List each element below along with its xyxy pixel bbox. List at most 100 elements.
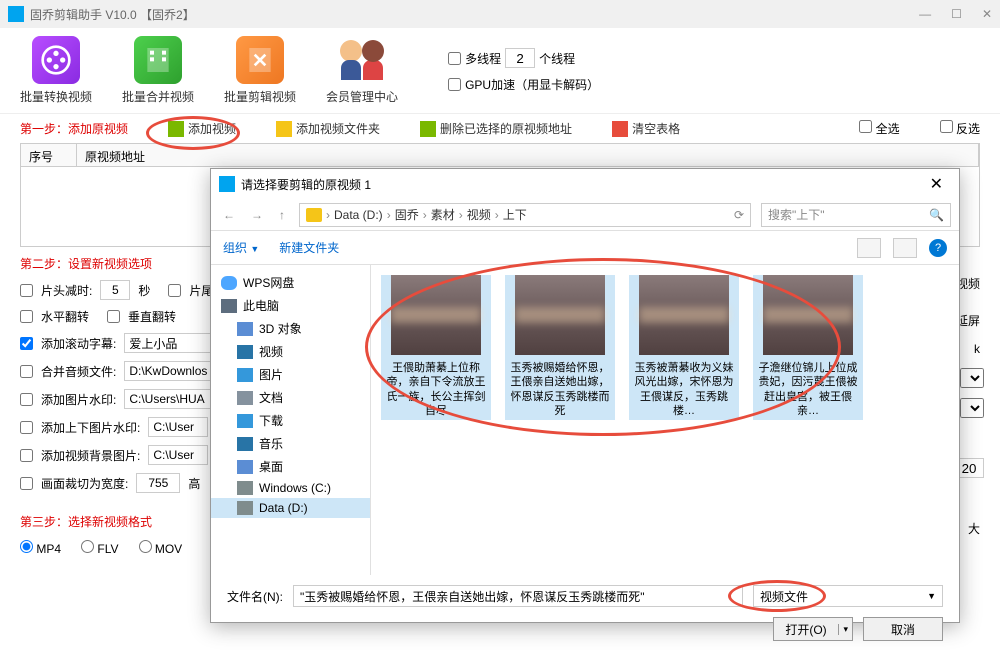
breadcrumb-segment[interactable]: 素材 [431, 206, 455, 223]
sidebar-item[interactable]: WPS网盘 [211, 271, 370, 294]
thread-count-input[interactable] [505, 48, 535, 68]
delete-selected-button[interactable]: 删除已选择的原视频地址 [420, 120, 572, 137]
file-name: 王偎助萧綦上位称帝，亲自下令流放王氏一族，长公主挥剑自尽 [381, 359, 491, 420]
multithread-checkbox[interactable] [448, 52, 461, 65]
view-mode-button[interactable] [857, 238, 881, 258]
file-open-dialog: 请选择要剪辑的原视频 1 ✕ ← → ↑ › Data (D:)› 固乔› 素材… [210, 168, 960, 623]
tb-watermark-input[interactable] [148, 417, 208, 437]
sidebar-item[interactable]: Data (D:) [211, 498, 370, 518]
image-watermark-checkbox[interactable] [20, 393, 33, 406]
add-folder-button[interactable]: 添加视频文件夹 [276, 120, 380, 137]
cancel-button[interactable]: 取消 [863, 617, 943, 641]
partial-select-2[interactable] [960, 398, 984, 418]
breadcrumb-segment[interactable]: 固乔 [395, 206, 419, 223]
sidebar-item[interactable]: 音乐 [211, 432, 370, 455]
breadcrumb-segment[interactable]: 上下 [503, 206, 527, 223]
tree-label: 3D 对象 [259, 320, 302, 337]
tree-label: 音乐 [259, 435, 283, 452]
select-all-checkbox[interactable]: 全选 [859, 120, 899, 137]
partial-k-label: k [974, 342, 980, 356]
cut-tail-checkbox[interactable] [168, 284, 181, 297]
help-icon[interactable]: ? [929, 239, 947, 257]
sidebar-item[interactable]: 此电脑 [211, 294, 370, 317]
dialog-toolbar: 组织 ▼ 新建文件夹 ? [211, 231, 959, 265]
clear-table-button[interactable]: 清空表格 [612, 120, 680, 137]
partial-da-label: 大 [968, 520, 980, 537]
bg-image-input[interactable] [148, 445, 208, 465]
batch-cut-video[interactable]: 批量剪辑视频 [224, 36, 296, 105]
format-mov-radio[interactable]: MOV [139, 540, 183, 556]
filename-input[interactable] [293, 585, 743, 607]
people-icon [338, 36, 386, 84]
image-watermark-input[interactable] [124, 389, 220, 409]
open-button[interactable]: 打开(O) [773, 617, 853, 641]
breadcrumb-segment[interactable]: 视频 [467, 206, 491, 223]
gpu-checkbox[interactable] [448, 78, 461, 91]
close-button[interactable]: ✕ [982, 7, 992, 21]
merge-audio-checkbox[interactable] [20, 365, 33, 378]
sidebar-item[interactable]: Windows (C:) [211, 478, 370, 498]
nav-forward-button[interactable]: → [247, 206, 267, 224]
cut-head-checkbox[interactable] [20, 284, 33, 297]
sidebar-item[interactable]: 视频 [211, 340, 370, 363]
file-type-filter[interactable]: 视频文件▼ [753, 585, 943, 607]
crop-width-checkbox[interactable] [20, 477, 33, 490]
minimize-button[interactable]: — [919, 7, 931, 21]
video-thumbnail [515, 275, 605, 355]
hflip-checkbox[interactable] [20, 310, 33, 323]
tree-icon [237, 391, 253, 405]
invert-selection-checkbox[interactable]: 反选 [940, 120, 980, 137]
file-name: 玉秀被萧綦收为义妹风光出嫁，宋怀恩为王偎谋反，玉秀跳楼… [629, 359, 739, 420]
organize-menu[interactable]: 组织 ▼ [223, 239, 259, 256]
file-item[interactable]: 子澹继位锦儿上位成贵妃，因污蔑王偎被赶出皇宫，被王偎亲… [753, 275, 863, 420]
gpu-label: GPU加速（用显卡解码） [465, 76, 599, 93]
scroll-subtitle-input[interactable] [124, 333, 220, 353]
tree-label: Data (D:) [259, 501, 308, 515]
add-video-button[interactable]: 添加视频 [168, 120, 236, 137]
tree-icon [237, 322, 253, 336]
nav-up-button[interactable]: ↑ [275, 206, 289, 224]
sidebar-item[interactable]: 3D 对象 [211, 317, 370, 340]
scroll-subtitle-checkbox[interactable] [20, 337, 33, 350]
file-item[interactable]: 王偎助萧綦上位称帝，亲自下令流放王氏一族，长公主挥剑自尽 [381, 275, 491, 420]
tree-icon [221, 276, 237, 290]
crop-width-input[interactable] [136, 473, 180, 493]
action-bar: 第一步：添加原视频 添加视频 添加视频文件夹 删除已选择的原视频地址 清空表格 … [0, 114, 1000, 143]
maximize-button[interactable]: ☐ [951, 7, 962, 21]
file-name: 玉秀被赐婚给怀恩，王偎亲自送她出嫁，怀恩谋反玉秀跳楼而死 [505, 359, 615, 420]
format-mp4-radio[interactable]: MP4 [20, 540, 61, 556]
breadcrumb[interactable]: › Data (D:)› 固乔› 素材› 视频› 上下 ⟳ [299, 203, 751, 227]
toolbar-label: 批量合并视频 [122, 88, 194, 105]
sidebar-item[interactable]: 图片 [211, 363, 370, 386]
breadcrumb-segment[interactable]: Data (D:) [334, 208, 383, 222]
bg-image-checkbox[interactable] [20, 449, 33, 462]
nav-back-button[interactable]: ← [219, 206, 239, 224]
dialog-close-button[interactable]: ✕ [922, 174, 951, 194]
folder-icon [306, 208, 322, 222]
batch-convert-video[interactable]: 批量转换视频 [20, 36, 92, 105]
sidebar-item[interactable]: 文档 [211, 386, 370, 409]
file-list: 王偎助萧綦上位称帝，亲自下令流放王氏一族，长公主挥剑自尽玉秀被赐婚给怀恩，王偎亲… [371, 265, 959, 575]
sidebar-item[interactable]: 桌面 [211, 455, 370, 478]
file-item[interactable]: 玉秀被萧綦收为义妹风光出嫁，宋怀恩为王偎谋反，玉秀跳楼… [629, 275, 739, 420]
filmstrip-icon [134, 36, 182, 84]
merge-audio-input[interactable] [124, 361, 220, 381]
tree-icon [237, 414, 253, 428]
partial-select-1[interactable] [960, 368, 984, 388]
member-center[interactable]: 会员管理中心 [326, 36, 398, 105]
multithread-label: 多线程 [465, 50, 501, 67]
cut-head-input[interactable] [100, 280, 130, 300]
vflip-checkbox[interactable] [107, 310, 120, 323]
tb-watermark-checkbox[interactable] [20, 421, 33, 434]
format-flv-radio[interactable]: FLV [81, 540, 118, 556]
batch-merge-video[interactable]: 批量合并视频 [122, 36, 194, 105]
file-item[interactable]: 玉秀被赐婚给怀恩，王偎亲自送她出嫁，怀恩谋反玉秀跳楼而死 [505, 275, 615, 420]
tree-icon [237, 368, 253, 382]
tree-icon [237, 501, 253, 515]
preview-pane-button[interactable] [893, 238, 917, 258]
window-titlebar: 固乔剪辑助手 V10.0 【固乔2】 — ☐ ✕ [0, 0, 1000, 28]
sidebar-item[interactable]: 下载 [211, 409, 370, 432]
new-folder-button[interactable]: 新建文件夹 [279, 239, 339, 256]
search-input[interactable]: 搜索"上下" 🔍 [761, 203, 951, 227]
dialog-nav-bar: ← → ↑ › Data (D:)› 固乔› 素材› 视频› 上下 ⟳ 搜索"上… [211, 199, 959, 231]
